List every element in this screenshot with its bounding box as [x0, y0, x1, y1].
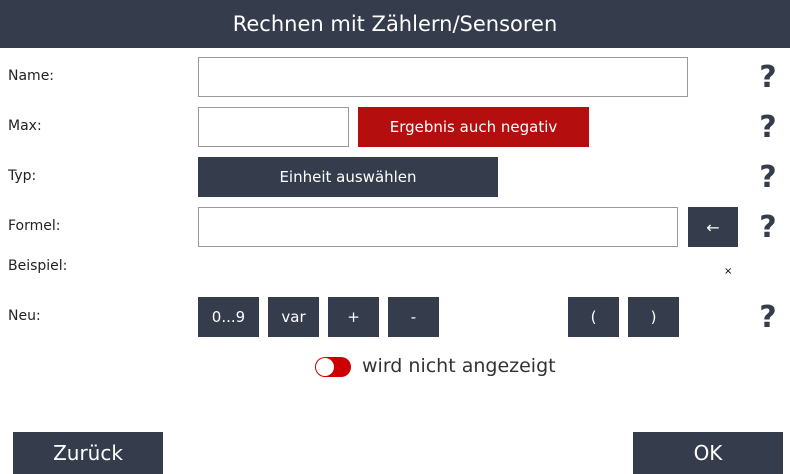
- help-max-icon[interactable]: ?: [756, 107, 780, 147]
- close-paren-button[interactable]: ): [628, 297, 679, 337]
- plus-button[interactable]: +: [328, 297, 379, 337]
- page-title: Rechnen mit Zählern/Sensoren: [0, 0, 790, 48]
- neu-label: Neu:: [8, 308, 41, 324]
- visibility-toggle[interactable]: [315, 357, 351, 377]
- negative-result-button[interactable]: Ergebnis auch negativ: [358, 107, 589, 147]
- open-paren-button[interactable]: (: [568, 297, 619, 337]
- toggle-knob: [316, 358, 334, 376]
- help-typ-icon[interactable]: ?: [756, 157, 780, 197]
- formel-label: Formel:: [8, 218, 61, 234]
- typ-label: Typ:: [8, 168, 37, 184]
- var-button[interactable]: var: [268, 297, 319, 337]
- formula-input[interactable]: [198, 207, 678, 247]
- name-input[interactable]: [198, 57, 688, 97]
- close-icon[interactable]: ×: [724, 266, 732, 277]
- minus-button[interactable]: -: [388, 297, 439, 337]
- name-label: Name:: [8, 68, 55, 84]
- max-label: Max:: [8, 118, 42, 134]
- help-formel-icon[interactable]: ?: [756, 207, 780, 247]
- help-name-icon[interactable]: ?: [756, 57, 780, 97]
- back-button[interactable]: Zurück: [13, 432, 163, 474]
- help-neu-icon[interactable]: ?: [756, 297, 780, 337]
- select-unit-button[interactable]: Einheit auswählen: [198, 157, 498, 197]
- beispiel-label: Beispiel:: [8, 258, 68, 274]
- digits-button[interactable]: 0...9: [198, 297, 259, 337]
- visibility-toggle-label: wird nicht angezeigt: [362, 355, 556, 377]
- ok-button[interactable]: OK: [633, 432, 783, 474]
- backspace-arrow-icon[interactable]: ←: [688, 207, 738, 247]
- max-input[interactable]: [198, 107, 349, 147]
